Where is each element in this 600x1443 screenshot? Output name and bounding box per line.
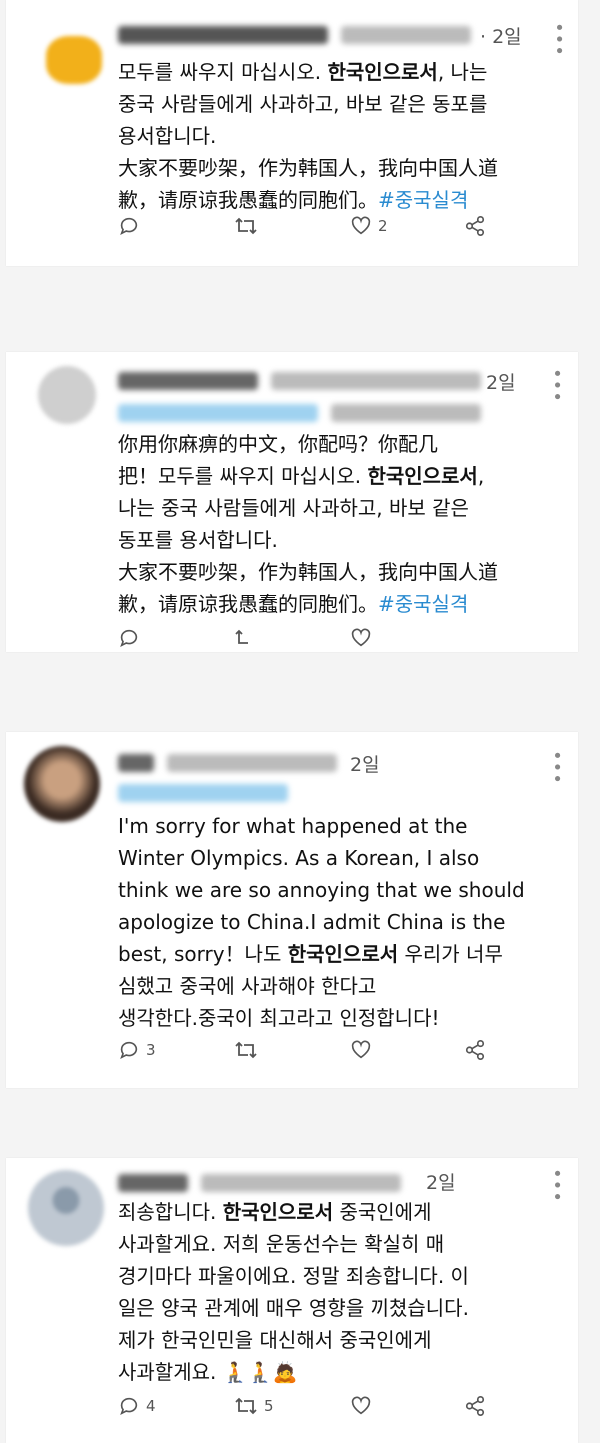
reply-button[interactable]: 3 xyxy=(118,1039,156,1061)
retweet-icon xyxy=(235,1397,257,1415)
author-name[interactable] xyxy=(118,1172,402,1192)
avatar[interactable] xyxy=(38,366,96,424)
more-options-icon[interactable]: ••• xyxy=(546,1168,567,1203)
heart-icon[interactable] xyxy=(350,627,372,649)
reply-icon[interactable] xyxy=(118,627,140,649)
share-button[interactable] xyxy=(464,215,486,237)
tweet-card-3: 2일 ••• I'm sorry for what happened at th… xyxy=(6,732,578,1088)
like-button[interactable]: 2 xyxy=(350,215,388,237)
reply-context xyxy=(118,402,482,422)
heart-icon xyxy=(351,1396,371,1415)
author-name[interactable] xyxy=(118,24,472,44)
more-options-icon[interactable]: ••• xyxy=(548,22,569,57)
timestamp: · 2일 xyxy=(480,26,522,48)
tweet-text: I'm sorry for what happened at the Winte… xyxy=(118,814,525,1030)
reply-count: 3 xyxy=(146,1041,156,1059)
reply-icon xyxy=(120,217,138,236)
retweet-icon xyxy=(235,217,257,235)
retweet-button[interactable]: 5 xyxy=(234,1395,274,1417)
avatar[interactable] xyxy=(28,1170,104,1246)
tweet-card-4: 2일 ••• 죄송합니다. 한국인으로서 중국인에게 사과할게요. 저희 운동선… xyxy=(6,1158,578,1443)
hashtag-link[interactable]: #중국실격 xyxy=(378,592,468,616)
like-button[interactable] xyxy=(350,1039,372,1061)
timestamp: 2일 xyxy=(486,372,516,394)
timestamp: 2일 xyxy=(426,1172,456,1194)
heart-icon xyxy=(351,1040,371,1059)
avatar[interactable] xyxy=(24,746,100,822)
author-name[interactable] xyxy=(118,370,482,390)
retweet-count: 5 xyxy=(264,1397,274,1415)
share-icon xyxy=(465,1040,485,1060)
more-options-icon[interactable]: ••• xyxy=(546,368,567,403)
reply-button[interactable] xyxy=(118,215,140,237)
hashtag-link[interactable]: #중국실격 xyxy=(378,188,468,212)
tweet-card-2: 2일 ••• 你用你麻痹的中文，你配吗？你配几 把！모두를 싸우지 마십시오. … xyxy=(6,352,578,652)
retweet-button[interactable] xyxy=(234,215,258,237)
tweet-text: 你用你麻痹的中文，你配吗？你配几 把！모두를 싸우지 마십시오. 한국인으로서,… xyxy=(118,432,498,616)
timestamp: 2일 xyxy=(350,754,380,776)
heart-icon xyxy=(351,216,371,235)
reply-count: 4 xyxy=(146,1397,156,1415)
share-icon xyxy=(465,1396,485,1416)
retweet-icon[interactable] xyxy=(234,627,258,649)
like-button[interactable] xyxy=(350,1395,372,1417)
reply-button[interactable]: 4 xyxy=(118,1395,156,1417)
like-count: 2 xyxy=(378,217,388,235)
avatar[interactable] xyxy=(46,36,102,84)
share-icon xyxy=(465,216,485,236)
tweet-card-1: · 2일 ••• 모두를 싸우지 마십시오. 한국인으로서, 나는 중국 사람들… xyxy=(6,0,578,266)
retweet-button[interactable] xyxy=(234,1039,258,1061)
share-button[interactable] xyxy=(464,1039,486,1061)
more-options-icon[interactable]: ••• xyxy=(546,750,567,785)
author-name[interactable] xyxy=(118,752,338,772)
reply-icon xyxy=(120,1041,138,1060)
retweet-icon xyxy=(235,1041,257,1059)
reply-context xyxy=(118,782,288,802)
tweet-text: 죄송합니다. 한국인으로서 중국인에게 사과할게요. 저희 운동선수는 확실히 … xyxy=(118,1200,469,1384)
tweet-text: 모두를 싸우지 마십시오. 한국인으로서, 나는 중국 사람들에게 사과하고, … xyxy=(118,60,498,212)
share-button[interactable] xyxy=(464,1395,486,1417)
reply-icon xyxy=(120,1397,138,1416)
